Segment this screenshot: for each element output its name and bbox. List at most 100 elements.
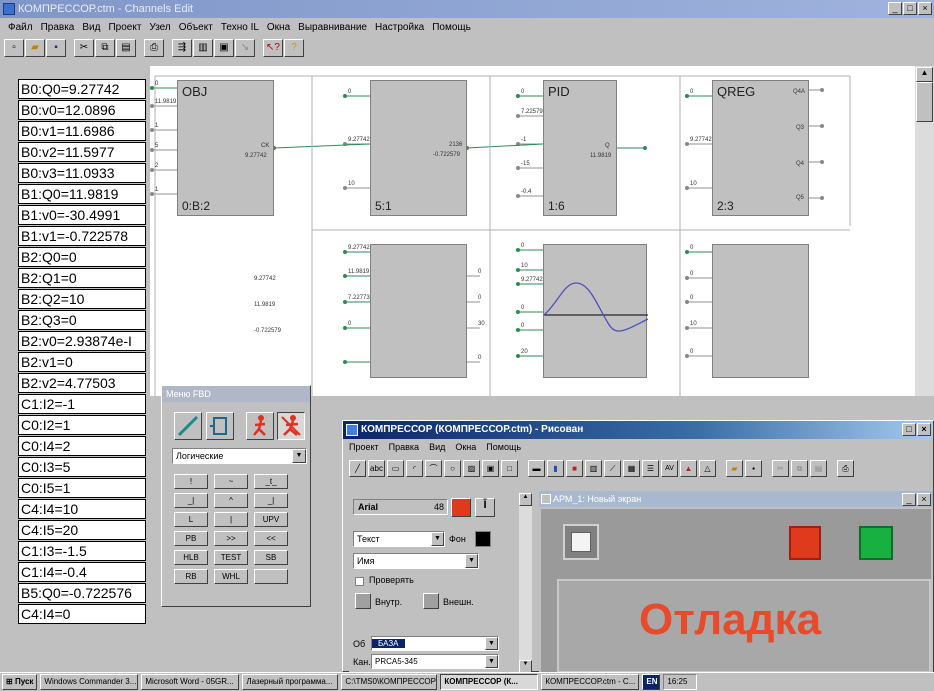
- fbd-key-button[interactable]: <<: [254, 531, 288, 546]
- menu-node[interactable]: Узел: [145, 22, 174, 33]
- variable-field[interactable]: C4:I4=0: [18, 603, 146, 624]
- language-indicator[interactable]: EN: [642, 674, 661, 690]
- line-tool-button[interactable]: [174, 412, 202, 440]
- print-icon[interactable]: ⎙: [144, 39, 164, 57]
- font-color-button[interactable]: [451, 498, 471, 517]
- task-windows-commander[interactable]: Windows Commander 3...: [40, 674, 139, 690]
- scroll-thumb[interactable]: [916, 82, 933, 122]
- menu-object[interactable]: Объект: [175, 22, 217, 33]
- variable-field[interactable]: C0:I4=2: [18, 435, 146, 457]
- new-icon[interactable]: ▫: [4, 39, 24, 57]
- help-icon[interactable]: ↖?: [263, 39, 283, 57]
- fbd-canvas[interactable]: OBJ 0:B:2 CK 9.27742 5:1 2136 -0.722579 …: [150, 66, 915, 396]
- fbd-key-button[interactable]: _|: [174, 493, 208, 508]
- risovan-menu-view[interactable]: Вид: [429, 442, 445, 452]
- fbd-key-button[interactable]: |: [214, 512, 248, 527]
- trend-icon[interactable]: ⟋: [604, 459, 621, 477]
- fbd-key-button[interactable]: L: [174, 512, 208, 527]
- block-row2-b2[interactable]: [370, 244, 467, 378]
- variable-field[interactable]: B0:v3=11.0933: [18, 162, 146, 184]
- indicator-icon[interactable]: ■: [566, 459, 583, 477]
- chevron-down-icon[interactable]: ▼: [485, 655, 498, 668]
- screen-title-bar[interactable]: АРМ_1: Новый экран _ ×: [539, 491, 933, 507]
- tool-d-icon[interactable]: ↘: [235, 39, 255, 57]
- text-align-icon[interactable]: Ī: [475, 498, 495, 517]
- variable-field[interactable]: C4:I5=20: [18, 519, 146, 541]
- block-row2-b4[interactable]: [712, 244, 809, 378]
- risovan-maximize-button[interactable]: □: [902, 423, 916, 436]
- frame-draw-icon[interactable]: ▣: [482, 459, 499, 477]
- variable-field[interactable]: B2:v0=2.93874e-I: [18, 330, 146, 352]
- task-word[interactable]: Microsoft Word - 05GR...: [141, 674, 240, 690]
- variable-field[interactable]: C4:I4=10: [18, 498, 146, 520]
- block-5-1[interactable]: 5:1 2136 -0.722579: [370, 80, 467, 216]
- fbd-key-button[interactable]: ~: [214, 474, 248, 489]
- task-explorer[interactable]: C:\TMS0\КОМПРЕССОР\...: [341, 674, 438, 690]
- name-select[interactable]: Имя ▼: [353, 553, 479, 569]
- fbd-key-button[interactable]: _t_: [254, 474, 288, 489]
- scroll-up-arrow[interactable]: ▲: [916, 67, 933, 82]
- av-icon[interactable]: AV: [661, 459, 678, 477]
- block-pid[interactable]: PID 1:6 Q 11.9819: [543, 80, 617, 216]
- variable-field[interactable]: B2:v1=0: [18, 351, 146, 373]
- task-kompressor-channels[interactable]: КОМПРЕССОР.ctm - C...: [541, 674, 640, 690]
- scroll-up-arrow[interactable]: ▲: [519, 493, 532, 506]
- start-button[interactable]: ⊞ Пуск: [2, 674, 38, 690]
- menu-techno-il[interactable]: Техно IL: [217, 22, 263, 33]
- text-abc-icon[interactable]: abc: [368, 459, 385, 477]
- db-select[interactable]: БАЗА ▼: [371, 636, 499, 651]
- rect-draw-icon[interactable]: ▭: [387, 459, 404, 477]
- block-trend[interactable]: [543, 244, 648, 378]
- warning-icon[interactable]: △: [699, 459, 716, 477]
- variable-field[interactable]: C0:I3=5: [18, 456, 146, 478]
- block-obj[interactable]: OBJ 0:B:2 CK 9.27742: [177, 80, 274, 216]
- variable-field[interactable]: C0:I5=1: [18, 477, 146, 499]
- minimize-button[interactable]: _: [888, 2, 902, 15]
- variable-field[interactable]: C1:I4=-0.4: [18, 561, 146, 583]
- fbd-panel-title[interactable]: Меню FBD: [162, 386, 310, 402]
- type-select[interactable]: Текст ▼: [353, 531, 445, 547]
- monitor-icon[interactable]: ▬: [528, 459, 545, 477]
- fbd-key-button[interactable]: ^: [214, 493, 248, 508]
- fbd-key-button[interactable]: TEST: [214, 550, 248, 565]
- green-lamp-button[interactable]: [859, 526, 893, 560]
- polyline-draw-icon[interactable]: ⌒: [425, 459, 442, 477]
- print-icon[interactable]: ⎙: [837, 459, 854, 477]
- fbd-key-button[interactable]: WHL: [214, 569, 248, 584]
- alarm-icon[interactable]: ▲: [680, 459, 697, 477]
- maximize-button[interactable]: □: [903, 2, 917, 15]
- variable-field[interactable]: B2:Q2=10: [18, 288, 146, 310]
- list-icon[interactable]: ☰: [642, 459, 659, 477]
- check-checkbox[interactable]: [355, 577, 364, 586]
- tool-a-icon[interactable]: ⇶: [172, 39, 192, 57]
- variable-field[interactable]: B2:Q3=0: [18, 309, 146, 331]
- image-draw-icon[interactable]: ▨: [463, 459, 480, 477]
- fbd-key-button[interactable]: [254, 569, 288, 584]
- variable-field[interactable]: B2:Q0=0: [18, 246, 146, 268]
- menu-project[interactable]: Проект: [104, 22, 145, 33]
- run-tool-button[interactable]: [246, 412, 274, 440]
- screen-close-button[interactable]: ×: [917, 493, 931, 506]
- font-name-field[interactable]: Arial 48: [353, 499, 448, 515]
- chevron-down-icon[interactable]: ▼: [465, 554, 478, 568]
- menu-file[interactable]: Файл: [4, 22, 37, 33]
- menu-help[interactable]: Помощь: [428, 22, 475, 33]
- cut-icon[interactable]: ✂: [74, 39, 94, 57]
- variable-field[interactable]: B0:v1=11.6986: [18, 120, 146, 142]
- stop-run-tool-button[interactable]: [277, 412, 305, 440]
- risovan-menu-project[interactable]: Проект: [349, 442, 379, 452]
- open-file-icon[interactable]: ▰: [726, 459, 743, 477]
- main-title-bar[interactable]: КОМПРЕССОР.ctm - Channels Edit _ □ ×: [0, 0, 934, 18]
- variable-field[interactable]: B1:v1=-0.722578: [18, 225, 146, 247]
- line-draw-icon[interactable]: ╱: [349, 459, 366, 477]
- menu-settings[interactable]: Настройка: [371, 22, 428, 33]
- variable-field[interactable]: B1:Q0=11.9819: [18, 183, 146, 205]
- debug-panel[interactable]: Отладка: [557, 579, 931, 673]
- screen-canvas[interactable]: Отладка: [541, 509, 931, 673]
- arc-draw-icon[interactable]: ◜: [406, 459, 423, 477]
- menu-align[interactable]: Выравнивание: [294, 22, 371, 33]
- rect-outline-icon[interactable]: □: [501, 459, 518, 477]
- fbd-key-button[interactable]: PB: [174, 531, 208, 546]
- paste-icon[interactable]: ▤: [116, 39, 136, 57]
- risovan-title-bar[interactable]: КОМПРЕССОР (КОМПРЕССОР.ctm) - Рисован □ …: [343, 421, 933, 439]
